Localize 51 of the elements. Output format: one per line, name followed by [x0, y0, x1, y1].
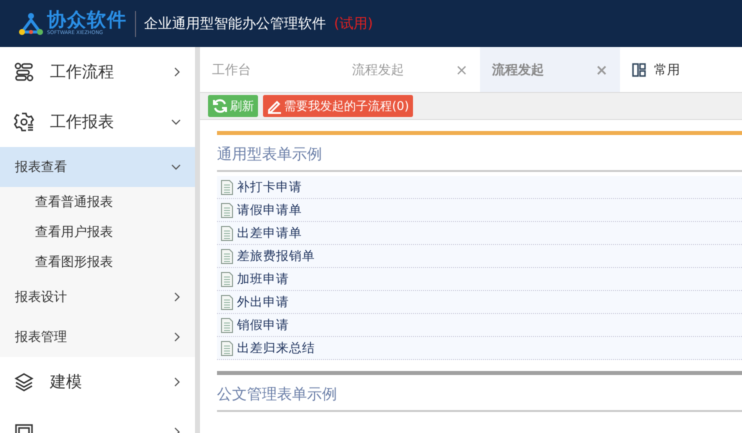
- sidebar-subitem-label: 报表管理: [15, 329, 68, 346]
- sidebar-item-label: 工作报表: [50, 112, 115, 132]
- sidebar-subitem[interactable]: 报表查看: [0, 147, 195, 187]
- form-link[interactable]: 差旅费报销单: [237, 248, 315, 264]
- sidebar-subitem[interactable]: 报表管理: [0, 317, 195, 357]
- sidebar-link[interactable]: 查看用户报表: [0, 217, 195, 247]
- document-icon: [221, 202, 233, 218]
- chevron-down-icon: [171, 118, 181, 126]
- document-icon: [221, 294, 233, 310]
- sidebar-link[interactable]: 查看图形报表: [0, 247, 195, 277]
- chevron-right-icon: [174, 332, 181, 342]
- trial-label: (试用): [334, 14, 373, 32]
- form-link[interactable]: 补打卡申请: [237, 178, 302, 196]
- sidebar-subitem-label: 报表设计: [15, 289, 68, 306]
- sidebar-item[interactable]: 工作流程: [0, 47, 195, 97]
- document-icon: [221, 318, 233, 332]
- logo-icon: [18, 12, 44, 36]
- chevron-right-icon: [174, 377, 181, 387]
- subprocess-button[interactable]: 需要我发起的子流程(0): [263, 95, 413, 117]
- sidebar-item-label: 建模: [50, 372, 83, 392]
- app-title: 企业通用型智能办公管理软件: [144, 14, 326, 32]
- favorites-link[interactable]: 常用: [654, 60, 680, 78]
- sidebar-item-label: 工作流程: [50, 62, 115, 82]
- refresh-icon: [212, 98, 228, 114]
- pencil-icon: [267, 98, 282, 114]
- layers-icon: [14, 372, 34, 392]
- sidebar-item[interactable]: 建模: [0, 357, 195, 407]
- chevron-right-icon: [174, 292, 181, 302]
- gear-icon: [14, 112, 34, 132]
- section-title: 公文管理表单示例: [217, 384, 338, 405]
- form-link[interactable]: 出差归来总结: [237, 340, 315, 356]
- flow-icon: [14, 62, 34, 82]
- sidebar-subitem[interactable]: 报表设计: [0, 277, 195, 317]
- sidebar-subitem-label: 报表查看: [15, 159, 68, 176]
- grid-icon: [632, 62, 646, 76]
- sidebar-link[interactable]: 查看普通报表: [0, 187, 195, 217]
- sidebar-item[interactable]: 工作报表: [0, 97, 195, 147]
- document-icon: [221, 226, 233, 240]
- document-icon: [221, 340, 233, 356]
- form-link[interactable]: 出差申请单: [237, 224, 302, 242]
- form-link[interactable]: 销假申请: [237, 316, 289, 334]
- chevron-down-icon: [171, 164, 181, 170]
- logo-text: 协众软件: [47, 11, 127, 30]
- section-title: 通用型表单示例: [217, 144, 323, 165]
- document-icon: [221, 180, 233, 194]
- form-link[interactable]: 加班申请: [237, 270, 289, 288]
- document-icon: [221, 248, 233, 264]
- chevron-right-icon: [174, 67, 181, 77]
- document-icon: [221, 272, 233, 286]
- form-link[interactable]: 外出申请: [237, 294, 289, 310]
- form-link[interactable]: 请假申请单: [237, 202, 302, 218]
